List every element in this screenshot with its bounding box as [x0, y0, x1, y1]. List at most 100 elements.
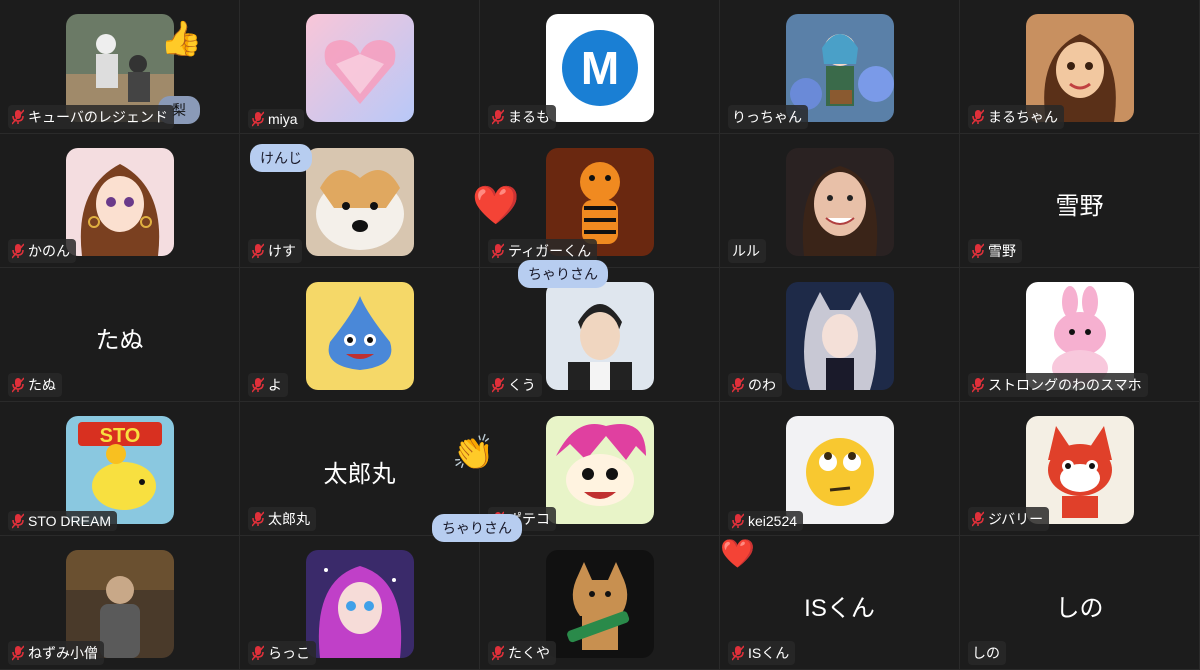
avatar: [546, 416, 654, 524]
participant-name: ストロングのわのスマホ: [988, 377, 1142, 393]
mic-muted-icon: [252, 243, 264, 259]
participant-tile[interactable]: けんじ けす: [240, 134, 480, 268]
participant-label: 雪野: [968, 239, 1022, 263]
mic-muted-icon: [972, 243, 984, 259]
participant-tile[interactable]: 雪野 雪野: [960, 134, 1200, 268]
participant-display-name: 雪野: [1055, 193, 1104, 220]
avatar: [306, 282, 414, 390]
participant-name: ねずみ小僧: [28, 645, 98, 661]
participant-tile[interactable]: M まるも: [480, 0, 720, 134]
participant-tile[interactable]: よ: [240, 268, 480, 402]
heart-emoji: ❤️: [720, 538, 755, 569]
participant-tile[interactable]: ❤️ ISくん ISくん: [720, 536, 960, 670]
participant-name: くう: [508, 377, 536, 393]
participant-tile[interactable]: kei2524: [720, 402, 960, 536]
mic-muted-icon: [12, 243, 24, 259]
participant-tile[interactable]: りっちゃん: [720, 0, 960, 134]
participant-name: 太郎丸: [268, 511, 310, 527]
participant-tile[interactable]: しの しの: [960, 536, 1200, 670]
participant-label: ISくん: [728, 641, 796, 665]
reaction-bubble: ちゃりさん: [432, 514, 522, 542]
mic-muted-icon: [252, 377, 264, 393]
avatar: [786, 282, 894, 390]
participant-tile[interactable]: ねずみ小僧: [0, 536, 240, 670]
participant-name: まるちゃん: [988, 109, 1058, 125]
mic-muted-icon: [12, 645, 24, 661]
thumbs-up-emoji: 👍: [160, 20, 203, 58]
participant-tile[interactable]: ちゃりさん くう: [480, 260, 720, 402]
mic-muted-icon: [492, 243, 504, 259]
participant-tile[interactable]: らっこ: [240, 536, 480, 670]
participant-tile[interactable]: のわ: [720, 268, 960, 402]
participant-name: STO DREAM: [28, 513, 111, 529]
participant-label: ストロングのわのスマホ: [968, 373, 1148, 397]
mic-muted-icon: [12, 109, 24, 125]
participant-tile[interactable]: まるちゃん: [960, 0, 1200, 134]
mic-muted-icon: [732, 513, 744, 529]
participant-label: 太郎丸: [248, 507, 316, 531]
participant-label: まるも: [488, 105, 556, 129]
participant-tile[interactable]: ストロングのわのスマホ: [960, 268, 1200, 402]
participant-label: よ: [248, 373, 288, 397]
avatar: STO: [66, 416, 174, 524]
participant-tile[interactable]: かのん: [0, 134, 240, 268]
participant-tile[interactable]: ティガーくん ❤️: [472, 134, 720, 268]
participant-label: くう: [488, 373, 542, 397]
mic-muted-icon: [972, 109, 984, 125]
participant-tile[interactable]: ルル: [720, 134, 960, 268]
participant-display-name: ISくん: [804, 595, 875, 622]
participant-tile[interactable]: ジバリー: [960, 402, 1200, 536]
participant-label: しの: [968, 641, 1006, 665]
participant-grid: 👍 梨 キューバのレジェンド miya M まるも りっちゃん まるちゃん かの…: [0, 0, 1200, 670]
participant-display-name: 太郎丸: [323, 461, 396, 488]
participant-name: よ: [268, 377, 282, 393]
participant-label: miya: [248, 109, 304, 129]
participant-tile[interactable]: たぬ たぬ: [0, 268, 240, 402]
mic-muted-icon: [492, 377, 504, 393]
participant-name: のわ: [748, 377, 776, 393]
avatar: [546, 282, 654, 390]
participant-name: まるも: [508, 109, 550, 125]
participant-name: miya: [268, 111, 298, 127]
avatar: [546, 550, 654, 658]
participant-label: かのん: [8, 239, 76, 263]
participant-name: かのん: [28, 243, 70, 259]
mic-muted-icon: [12, 377, 24, 393]
participant-display-name: しの: [1055, 595, 1104, 622]
mic-muted-icon: [252, 111, 264, 127]
participant-name: キューバのレジェンド: [28, 109, 168, 125]
heart-emoji: ❤️: [472, 185, 520, 227]
participant-label: kei2524: [728, 511, 804, 531]
mic-muted-icon: [252, 511, 264, 527]
mic-muted-icon: [492, 645, 504, 661]
participant-tile[interactable]: 👍 梨 キューバのレジェンド: [0, 0, 240, 134]
participant-label: たぬ: [8, 373, 62, 397]
participant-label: たくや: [488, 641, 556, 665]
mic-muted-icon: [252, 645, 264, 661]
participant-label: ルル: [728, 239, 766, 263]
participant-label: ジバリー: [968, 507, 1050, 531]
participant-label: けす: [248, 239, 302, 263]
avatar: [66, 148, 174, 256]
clapping-hands-emoji: 👏: [452, 434, 495, 472]
mic-muted-icon: [972, 377, 984, 393]
mic-muted-icon: [972, 511, 984, 527]
sto-logo-text: STO: [100, 425, 141, 447]
participant-tile[interactable]: miya: [240, 0, 480, 134]
participant-name: らっこ: [268, 645, 310, 661]
avatar: [786, 148, 894, 256]
participant-name: ISくん: [748, 645, 790, 661]
participant-name: 雪野: [988, 243, 1016, 259]
avatar: [306, 550, 414, 658]
m-logo-letter: M: [581, 42, 619, 94]
participant-label: らっこ: [248, 641, 316, 665]
participant-tile[interactable]: ちゃりさん たくや: [432, 514, 720, 670]
participant-label: STO DREAM: [8, 511, 117, 531]
participant-tile[interactable]: STO STO DREAM: [0, 402, 240, 536]
avatar: [306, 14, 414, 122]
participant-name: kei2524: [748, 513, 798, 529]
reaction-bubble: ちゃりさん: [518, 260, 608, 288]
participant-label: キューバのレジェンド: [8, 105, 174, 129]
participant-label: のわ: [728, 373, 782, 397]
avatar: M: [546, 14, 654, 122]
